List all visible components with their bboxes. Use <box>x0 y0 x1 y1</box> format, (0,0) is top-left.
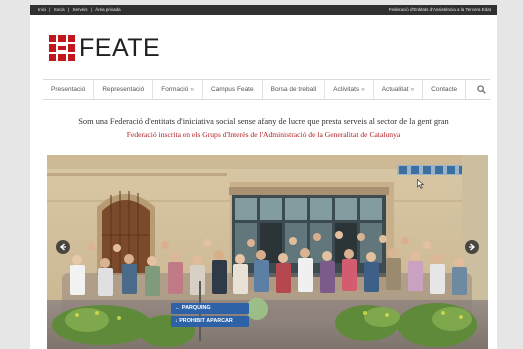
arrow-down-icon: ↓ <box>175 318 178 324</box>
nav-item-label: Formació <box>161 86 189 93</box>
chevron-left-icon <box>59 243 66 251</box>
nav-item-label: Contacte <box>431 86 458 93</box>
top-link-separator: | <box>49 7 51 12</box>
nav-item-contacte[interactable]: Contacte <box>423 80 467 99</box>
submenu-marker-icon: » <box>361 86 365 93</box>
search-button[interactable] <box>472 80 490 99</box>
nav-item-label: Borsa de treball <box>270 86 317 93</box>
nav-item-campus-feate[interactable]: Campus Feate <box>203 80 263 99</box>
nav-item-representacio[interactable]: Representació <box>94 80 154 99</box>
page-subline[interactable]: Federació inscrita en els Grups d'Interè… <box>30 130 497 139</box>
nav-item-label: Activitats <box>333 86 360 93</box>
search-icon <box>476 85 486 94</box>
top-links: Inici | Socis | Serveis | Àrea privada <box>38 5 123 15</box>
slider-prev-button[interactable] <box>56 240 70 254</box>
image-slider[interactable]: ← PARQUING ↓ PROHIBIT APARCAR <box>47 155 488 349</box>
page-headline: Som una Federació d'entitats d'iniciativ… <box>78 117 449 126</box>
nav-item-formacio[interactable]: Formació» <box>153 80 203 99</box>
main-nav: Presentació Representació Formació» Camp… <box>43 79 490 100</box>
chevron-right-icon <box>469 243 476 251</box>
nav-item-presentacio[interactable]: Presentació <box>43 80 95 99</box>
slider-next-button[interactable] <box>465 240 479 254</box>
top-link-separator: | <box>90 7 92 12</box>
sign-text-prohibit: PROHIBIT APARCAR <box>179 318 233 324</box>
submenu-marker-icon: » <box>190 86 194 93</box>
nav-item-label: Campus Feate <box>210 86 254 93</box>
mouse-cursor-icon <box>417 179 424 189</box>
page-container: FEATE Presentació Representació Formació… <box>30 15 497 349</box>
nav-item-label: Representació <box>102 86 145 93</box>
nav-item-label: Actualitat <box>381 86 409 93</box>
logo-mark-icon <box>49 35 75 61</box>
nav-item-actualitat[interactable]: Actualitat» <box>374 80 424 99</box>
logo-wordmark: FEATE <box>79 34 161 62</box>
nav-item-label: Presentació <box>51 86 86 93</box>
top-link-socis[interactable]: Socis <box>54 7 65 12</box>
top-link-serveis[interactable]: Serveis <box>72 7 87 12</box>
sign-text-parquing: PARQUING <box>181 305 211 311</box>
submenu-marker-icon: » <box>410 86 415 93</box>
top-bar-tagline: Federació d'Entitats d'Assistència a la … <box>388 7 491 12</box>
top-bar: Inici | Socis | Serveis | Àrea privada F… <box>30 5 497 15</box>
sign-line-parquing: ← PARQUING <box>175 304 211 313</box>
sign-line-prohibit: ↓ PROHIBIT APARCAR <box>175 317 233 326</box>
top-link-inici[interactable]: Inici <box>38 7 46 12</box>
top-link-area-privada[interactable]: Àrea privada <box>95 7 121 12</box>
arrow-left-icon: ← <box>175 305 181 311</box>
top-link-separator: | <box>68 7 70 12</box>
nav-item-borsa-de-treball[interactable]: Borsa de treball <box>263 80 326 99</box>
site-logo[interactable]: FEATE <box>47 33 160 63</box>
nav-item-activitats[interactable]: Activitats» <box>325 80 374 99</box>
